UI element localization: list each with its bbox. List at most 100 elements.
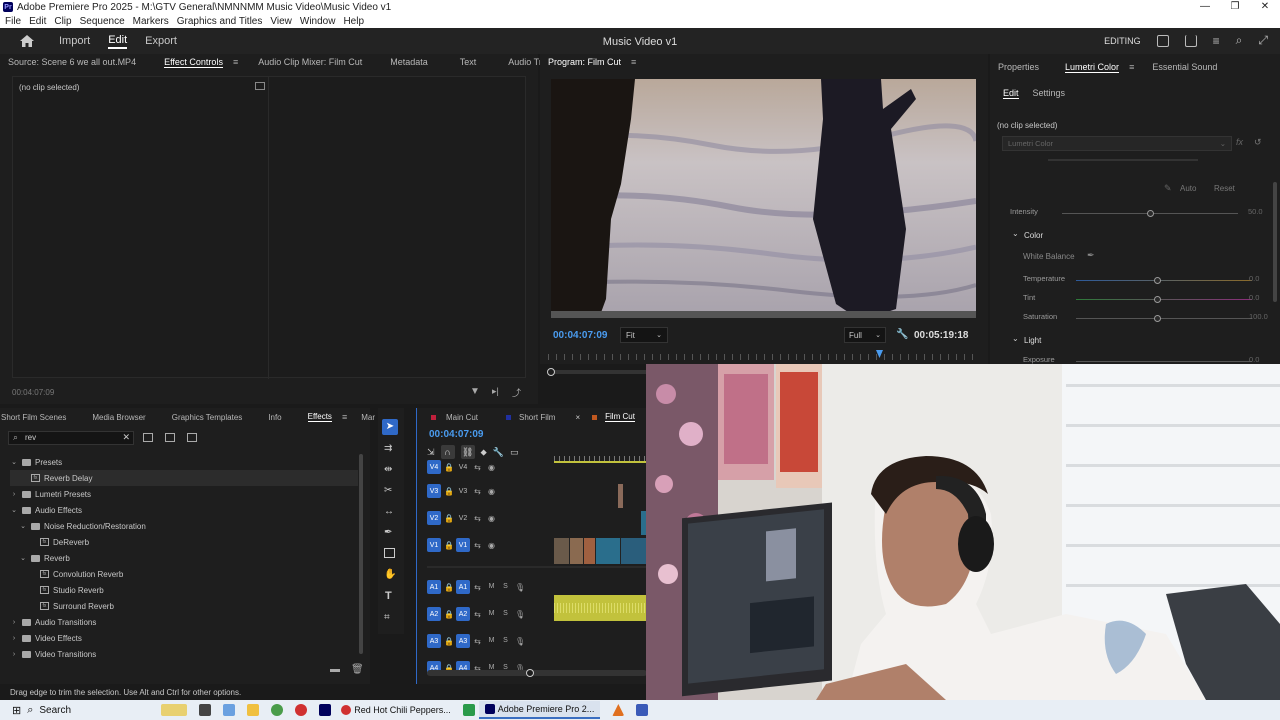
minimize-icon[interactable]: — xyxy=(1190,0,1220,14)
taskbar-app-browser[interactable]: Red Hot Chili Peppers... xyxy=(335,701,457,719)
effects-search[interactable]: ⌕ ✕ xyxy=(8,431,134,445)
tab-effect-controls[interactable]: Effect Controls xyxy=(164,57,223,68)
export-icon[interactable]: ⤴ xyxy=(512,386,521,399)
effects-menu-icon[interactable]: ≡ xyxy=(342,412,347,422)
chevron-right-icon[interactable]: › xyxy=(10,619,18,626)
chevron-right-icon[interactable]: › xyxy=(10,491,18,498)
program-video-frame[interactable] xyxy=(551,79,976,318)
timeline-zoom-bar[interactable] xyxy=(427,670,647,676)
photoshop-icon[interactable] xyxy=(319,704,332,716)
menu-edit[interactable]: Edit xyxy=(29,16,46,27)
hand-tool-icon[interactable]: ✋ xyxy=(384,569,396,580)
program-title[interactable]: Program: Film Cut xyxy=(548,57,621,67)
saturation-value[interactable]: 100.0 xyxy=(1249,312,1268,321)
eyedropper-icon[interactable]: ✒ xyxy=(1087,250,1095,261)
search-icon[interactable]: ⌕ xyxy=(1236,33,1243,48)
lock-icon[interactable]: 🔒 xyxy=(444,583,454,592)
nav-edit[interactable]: Edit xyxy=(108,34,128,49)
subtab-settings[interactable]: Settings xyxy=(1033,88,1066,98)
eye-icon[interactable]: ◉ xyxy=(487,463,496,472)
razor-tool-icon[interactable]: ✂ xyxy=(384,485,392,496)
light-section-title[interactable]: Light xyxy=(1024,336,1041,345)
mute-button[interactable]: M xyxy=(487,583,496,591)
captions-icon[interactable]: ▭ xyxy=(510,447,519,458)
eye-icon[interactable]: ◉ xyxy=(487,487,496,496)
v1-clip[interactable] xyxy=(596,538,621,564)
chevron-down-icon[interactable]: ⌄ xyxy=(10,506,18,514)
effects-scrollbar[interactable] xyxy=(359,454,363,654)
tint-slider[interactable]: Tint 0.0 xyxy=(1023,293,1280,307)
tab-short-film-scenes[interactable]: Short Film Scenes xyxy=(1,413,66,422)
effects-search-input[interactable] xyxy=(25,433,115,442)
menu-window[interactable]: Window xyxy=(300,16,336,27)
tab-source[interactable]: Source: Scene 6 we all out.MP4 xyxy=(8,57,136,67)
32bit-effects-icon[interactable] xyxy=(165,433,175,442)
effects-tree-item[interactable]: fx Surround Reverb xyxy=(10,598,358,614)
chevron-right-icon[interactable]: › xyxy=(10,651,18,658)
chevron-down-icon[interactable]: ⌄ xyxy=(19,554,27,562)
tab-markers[interactable]: Mar xyxy=(361,413,375,422)
track-target-a2[interactable]: A2 xyxy=(456,607,470,621)
v1-clip[interactable] xyxy=(584,538,596,564)
tab-graphics-templates[interactable]: Graphics Templates xyxy=(172,413,243,422)
menu-markers[interactable]: Markers xyxy=(133,16,169,27)
exposure-value[interactable]: 0.0 xyxy=(1249,355,1259,364)
source-patch-v4[interactable]: V4 xyxy=(427,460,441,474)
lock-icon[interactable]: 🔒 xyxy=(444,541,454,550)
share-icon[interactable] xyxy=(1184,34,1197,47)
rectangle-tool-icon[interactable] xyxy=(384,548,395,558)
track-target-v3[interactable]: V3 xyxy=(456,484,470,498)
opera-icon[interactable] xyxy=(295,704,308,716)
eye-icon[interactable]: ◉ xyxy=(487,514,496,523)
lumetri-menu-icon[interactable]: ≡ xyxy=(1129,62,1134,72)
new-bin-icon[interactable]: ▬ xyxy=(330,664,340,675)
windows-start-icon[interactable]: ⊞ xyxy=(12,704,21,717)
fx-icon[interactable]: fx xyxy=(1236,137,1243,147)
source-patch-a2[interactable]: A2 xyxy=(427,607,441,621)
tab-properties[interactable]: Properties xyxy=(998,62,1039,72)
tab-info[interactable]: Info xyxy=(268,413,281,422)
source-patch-v1[interactable]: V1 xyxy=(427,538,441,552)
effects-tree-item[interactable]: › Lumetri Presets xyxy=(10,486,358,502)
trash-icon[interactable]: 🗑 xyxy=(351,664,364,675)
chevron-down-icon[interactable]: ⌄ xyxy=(19,522,27,530)
ripple-edit-tool-icon[interactable]: ⇹ xyxy=(384,464,392,475)
microphone-icon[interactable]: 🎙 xyxy=(515,610,525,619)
a2-audio-clip[interactable] xyxy=(554,595,647,621)
yuv-effects-icon[interactable] xyxy=(187,433,197,442)
v1-clip[interactable] xyxy=(554,538,570,564)
tab-effects[interactable]: Effects xyxy=(307,412,332,422)
effects-tree-item[interactable]: fx Studio Reverb xyxy=(10,582,358,598)
sync-lock-icon[interactable]: ⇆ xyxy=(473,637,482,646)
menu-graphics[interactable]: Graphics and Titles xyxy=(177,16,263,27)
tab-metadata[interactable]: Metadata xyxy=(390,57,428,67)
zoom-handle[interactable] xyxy=(547,368,555,376)
mute-button[interactable]: M xyxy=(487,637,496,645)
effects-tree-item[interactable]: ⌄ Noise Reduction/Restoration xyxy=(10,518,358,534)
pen-tool-icon[interactable]: ✒ xyxy=(384,527,392,538)
tab-main-cut[interactable]: Main Cut xyxy=(446,413,478,422)
source-patch-v2[interactable]: V2 xyxy=(427,511,441,525)
selection-tool-icon[interactable]: ➤ xyxy=(382,419,398,435)
app-icon[interactable] xyxy=(636,704,649,716)
program-menu-icon[interactable]: ≡ xyxy=(631,57,636,67)
type-tool-icon[interactable]: T xyxy=(385,590,392,602)
spreadsheet-icon[interactable] xyxy=(462,704,475,716)
sync-lock-icon[interactable]: ⇆ xyxy=(473,487,482,496)
sync-lock-icon[interactable]: ⇆ xyxy=(473,610,482,619)
close-tab-icon[interactable]: × xyxy=(575,413,580,422)
copilot-icon[interactable] xyxy=(223,704,236,716)
source-patch-a3[interactable]: A3 xyxy=(427,634,441,648)
temperature-knob[interactable] xyxy=(1154,277,1161,284)
effects-tree-item[interactable]: ⌄ Audio Effects xyxy=(10,502,358,518)
microphone-icon[interactable]: 🎙 xyxy=(515,583,525,592)
menu-sequence[interactable]: Sequence xyxy=(80,16,125,27)
eye-icon[interactable]: ◉ xyxy=(487,541,496,550)
tint-value[interactable]: 0.0 xyxy=(1249,293,1259,302)
source-patch-v3[interactable]: V3 xyxy=(427,484,441,498)
effects-tree-item[interactable]: ⌄ Presets xyxy=(10,454,358,470)
chrome-icon[interactable] xyxy=(271,704,284,716)
color-section-title[interactable]: Color xyxy=(1024,231,1043,240)
task-view-icon[interactable] xyxy=(199,704,212,716)
chevron-right-icon[interactable]: › xyxy=(10,635,18,642)
